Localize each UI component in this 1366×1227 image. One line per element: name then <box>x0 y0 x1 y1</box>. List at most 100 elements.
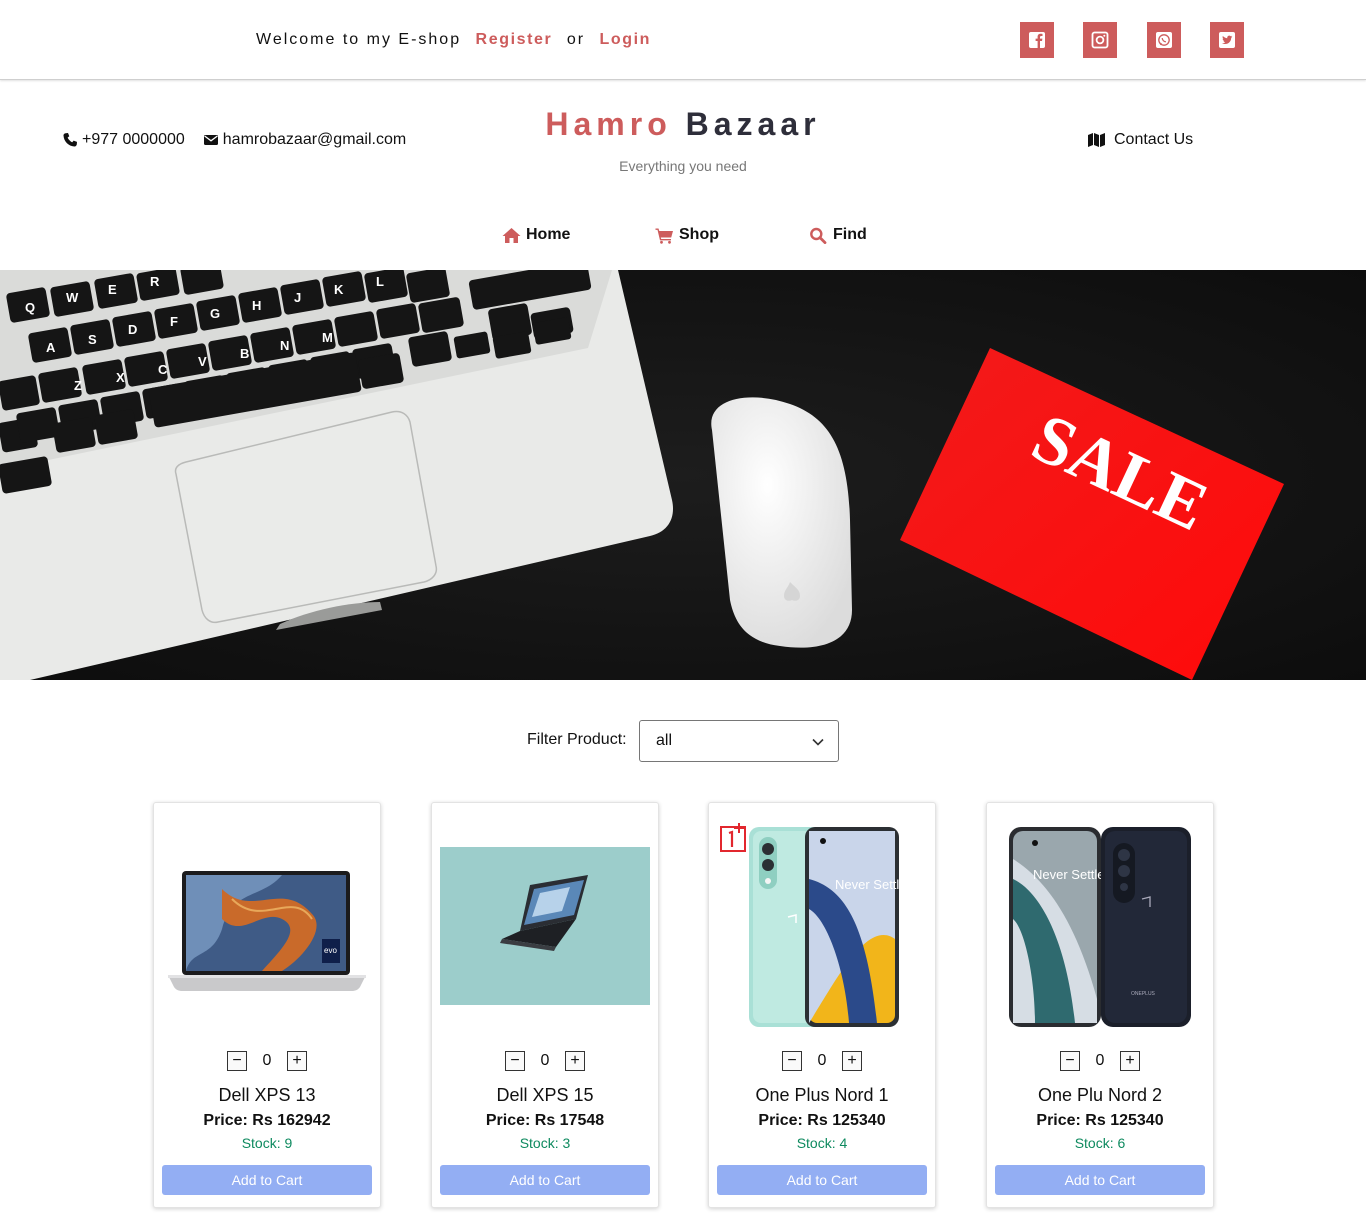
product-name: Dell XPS 15 <box>496 1085 594 1105</box>
quantity-value: 0 <box>262 1052 272 1069</box>
svg-text:F: F <box>170 314 178 329</box>
quantity-stepper: − 0 + <box>154 1051 380 1071</box>
nav-find-label: Find <box>833 226 867 243</box>
login-link[interactable]: Login <box>600 31 652 48</box>
filter-select[interactable]: all <box>639 720 839 762</box>
brand-tagline: Everything you need <box>619 158 747 174</box>
product-image-one-plus-nord-2: Never Settle ONEPLUS <box>995 819 1205 1029</box>
svg-text:E: E <box>108 282 117 297</box>
svg-text:D: D <box>128 322 137 337</box>
svg-text:Q: Q <box>25 300 35 315</box>
decrement-button[interactable]: − <box>782 1051 802 1071</box>
product-stock: Stock: 9 <box>241 1135 293 1151</box>
contact-us-label: Contact Us <box>1114 131 1194 148</box>
add-to-cart-button[interactable]: Add to Cart <box>162 1165 372 1195</box>
product-card: Never Settle − 0 + One Plus Nord 1 Price… <box>708 802 936 1208</box>
product-image-dell-xps-15 <box>440 819 650 1029</box>
product-name: One Plus Nord 1 <box>755 1085 889 1105</box>
product-stock: Stock: 3 <box>519 1135 571 1151</box>
or-text: or <box>566 31 586 48</box>
quantity-value: 0 <box>540 1052 550 1069</box>
svg-text:J: J <box>294 290 301 305</box>
svg-text:Z: Z <box>74 378 82 393</box>
product-name: Dell XPS 13 <box>218 1085 316 1105</box>
hero-image: QWER ASDFGHJKL ZXCVBNM SALE <box>0 270 1366 680</box>
hero-banner: QWER ASDFGHJKL ZXCVBNM SALE <box>0 270 1366 680</box>
product-stock: Stock: 4 <box>796 1135 848 1151</box>
nav-find[interactable]: Find <box>809 226 867 244</box>
increment-button[interactable]: + <box>1120 1051 1140 1071</box>
nord2-tagline: Never Settle <box>1033 867 1105 882</box>
svg-text:A: A <box>46 340 56 355</box>
nord2-brand: ONEPLUS <box>1131 991 1156 997</box>
svg-text:M: M <box>322 330 333 345</box>
quantity-stepper: − 0 + <box>709 1051 935 1071</box>
evo-badge: evo <box>324 946 337 955</box>
decrement-button[interactable]: − <box>227 1051 247 1071</box>
welcome-message: Welcome to my E-shop Register or Login <box>256 31 651 49</box>
home-icon <box>502 227 521 243</box>
product-price: Price: Rs 125340 <box>758 1112 886 1129</box>
product-card: − 0 + Dell XPS 15 Price: Rs 17548 Stock:… <box>431 802 659 1208</box>
increment-button[interactable]: + <box>842 1051 862 1071</box>
welcome-text: Welcome to my E-shop <box>256 31 462 48</box>
quantity-stepper: − 0 + <box>432 1051 658 1071</box>
increment-button[interactable]: + <box>287 1051 307 1071</box>
oneplus-logo-icon <box>720 823 746 852</box>
add-to-cart-button[interactable]: Add to Cart <box>440 1165 650 1195</box>
svg-text:L: L <box>376 274 384 289</box>
instagram-icon <box>1091 31 1109 49</box>
cart-icon <box>655 228 673 244</box>
search-icon <box>810 227 827 244</box>
contact-us-link[interactable]: Contact Us <box>1087 131 1193 149</box>
decrement-button[interactable]: − <box>505 1051 525 1071</box>
product-stock: Stock: 6 <box>1074 1135 1126 1151</box>
register-link[interactable]: Register <box>476 31 553 48</box>
brand-second: Bazaar <box>685 106 821 142</box>
product-card: Never Settle ONEPLUS − 0 + One Plu Nord … <box>986 802 1214 1208</box>
product-image-dell-xps-13: evo <box>162 819 372 1029</box>
filter-label: Filter Product: <box>527 731 627 748</box>
whatsapp-button[interactable] <box>1147 22 1181 58</box>
facebook-button[interactable] <box>1020 22 1054 58</box>
chevron-down-icon <box>812 738 824 746</box>
brand-first: Hamro <box>545 106 672 142</box>
svg-text:C: C <box>158 362 168 377</box>
product-image-one-plus-nord-1: Never Settle <box>717 819 927 1029</box>
facebook-icon <box>1029 32 1045 48</box>
nord1-tagline: Never Settle <box>835 877 907 892</box>
svg-text:X: X <box>116 370 125 385</box>
instagram-button[interactable] <box>1083 22 1117 58</box>
twitter-icon <box>1219 32 1235 48</box>
nav-home-label: Home <box>526 226 571 243</box>
add-to-cart-button[interactable]: Add to Cart <box>995 1165 1205 1195</box>
svg-text:H: H <box>252 298 261 313</box>
svg-text:S: S <box>88 332 97 347</box>
svg-text:N: N <box>280 338 289 353</box>
filter-selected-value: all <box>656 732 673 749</box>
product-price: Price: Rs 17548 <box>485 1112 605 1129</box>
product-name: One Plu Nord 2 <box>1037 1085 1163 1105</box>
whatsapp-icon <box>1156 32 1172 48</box>
nav-shop-label: Shop <box>679 226 719 243</box>
svg-text:K: K <box>334 282 344 297</box>
svg-text:B: B <box>240 346 249 361</box>
quantity-value: 0 <box>1095 1052 1105 1069</box>
svg-text:W: W <box>66 290 79 305</box>
svg-text:V: V <box>198 354 207 369</box>
product-price: Price: Rs 162942 <box>203 1112 331 1129</box>
nav-shop[interactable]: Shop <box>655 226 719 244</box>
svg-text:G: G <box>210 306 220 321</box>
quantity-stepper: − 0 + <box>987 1051 1213 1071</box>
product-card: evo − 0 + Dell XPS 13 Price: Rs 162942 S… <box>153 802 381 1208</box>
increment-button[interactable]: + <box>565 1051 585 1071</box>
product-price: Price: Rs 125340 <box>1036 1112 1164 1129</box>
top-bar: Welcome to my E-shop Register or Login <box>0 0 1366 80</box>
decrement-button[interactable]: − <box>1060 1051 1080 1071</box>
nav-home[interactable]: Home <box>502 226 570 244</box>
svg-text:R: R <box>150 274 160 289</box>
map-icon <box>1088 133 1105 147</box>
add-to-cart-button[interactable]: Add to Cart <box>717 1165 927 1195</box>
quantity-value: 0 <box>817 1052 827 1069</box>
twitter-button[interactable] <box>1210 22 1244 58</box>
